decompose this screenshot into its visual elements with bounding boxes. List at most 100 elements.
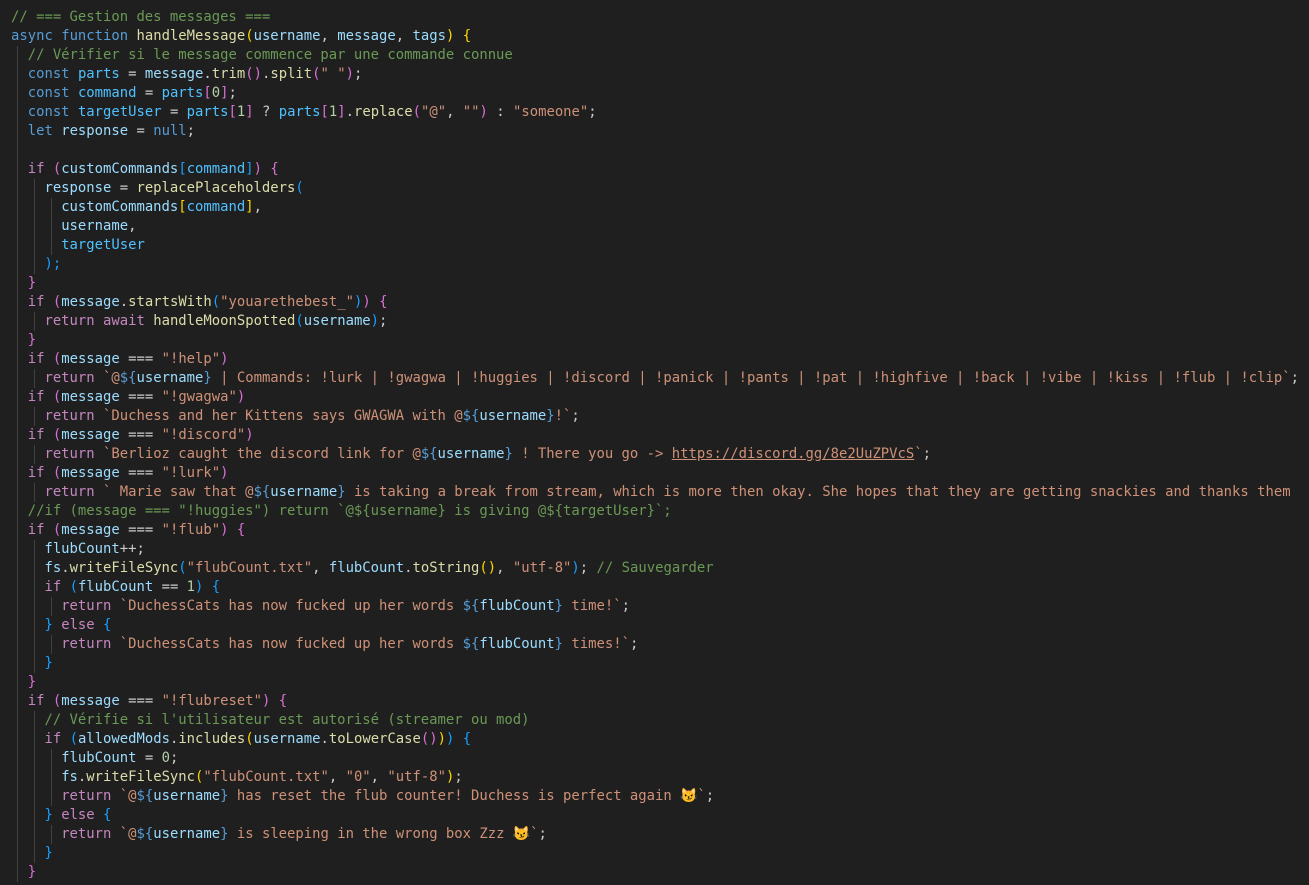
token-plain: ; [538, 826, 547, 842]
indent-guide [17, 255, 18, 274]
code-line[interactable]: if (message === "!lurk") [11, 464, 1309, 483]
indent-guide [50, 768, 52, 787]
code-line[interactable]: if (message === "!gwagwa") [11, 388, 1309, 407]
indent-guide [17, 673, 18, 692]
code-line[interactable]: if (message === "!discord") [11, 426, 1309, 445]
code-line[interactable]: //if (message === "!huggies") return `@$… [11, 502, 1309, 521]
indent-guide [17, 616, 18, 635]
code-line[interactable]: const targetUser = parts[1] ? parts[1].r… [11, 103, 1309, 122]
code-line[interactable]: customCommands[command], [11, 198, 1309, 217]
indent-guide [17, 692, 18, 711]
token-variable: tags [412, 28, 446, 44]
code-line[interactable]: if (message === "!flubreset") { [11, 692, 1309, 711]
token-control: return [44, 370, 95, 386]
token-bracket2: ) [253, 161, 262, 177]
token-link[interactable]: https://discord.gg/8e2UuZPVcS [672, 446, 915, 462]
code-line[interactable]: const parts = message.trim().split(" "); [11, 65, 1309, 84]
token-bracket2: ( [412, 104, 421, 120]
code-line[interactable]: // Vérifie si l'utilisateur est autorisé… [11, 711, 1309, 730]
token-plain: ; [1290, 370, 1299, 386]
token-template: } [220, 826, 229, 842]
token-bracket3: ) [571, 560, 580, 576]
code-line[interactable] [11, 141, 1309, 160]
token-template: } [546, 408, 555, 424]
indent-guide [33, 806, 35, 825]
token-string: has reset the flub counter! Duchess is p… [228, 788, 681, 804]
code-line[interactable]: flubCount = 0; [11, 749, 1309, 768]
token-control: if [44, 579, 62, 595]
indent-guide [33, 578, 35, 597]
token-plain: , [496, 560, 513, 576]
code-line[interactable]: return `Berlioz caught the discord link … [11, 445, 1309, 464]
indent-guide [17, 445, 18, 464]
code-line[interactable]: } [11, 331, 1309, 350]
indent-guide [17, 179, 18, 198]
indent-guide [17, 787, 18, 806]
token-template: } [220, 788, 229, 804]
code-line[interactable]: if (message === "!help") [11, 350, 1309, 369]
code-line[interactable]: async function handleMessage(username, m… [11, 27, 1309, 46]
code-line[interactable]: return `DuchessCats has now fucked up he… [11, 597, 1309, 616]
code-line[interactable]: targetUser [11, 236, 1309, 255]
code-line[interactable]: } [11, 863, 1309, 882]
token-function: trim [211, 66, 246, 82]
code-line[interactable]: return `@${username} has reset the flub … [11, 787, 1309, 806]
indent-guide [33, 483, 35, 502]
code-line[interactable]: } [11, 274, 1309, 293]
token-control: if [27, 522, 45, 538]
code-line[interactable]: // Vérifier si le message commence par u… [11, 46, 1309, 65]
code-area[interactable]: // === Gestion des messages === async fun… [11, 8, 1309, 882]
token-keyword: let [27, 123, 53, 139]
token-constant: command [77, 85, 137, 101]
token-variable: message [61, 351, 120, 367]
code-line[interactable]: } else { [11, 806, 1309, 825]
code-line[interactable]: flubCount++; [11, 540, 1309, 559]
code-line[interactable]: fs.writeFileSync("flubCount.txt", flubCo… [11, 559, 1309, 578]
token-plain: . [61, 560, 70, 576]
code-line[interactable]: let response = null; [11, 122, 1309, 141]
code-line[interactable]: } else { [11, 616, 1309, 635]
token-plain: , [370, 769, 388, 785]
code-line[interactable]: ); [11, 255, 1309, 274]
token-plain: === [119, 693, 162, 709]
code-line[interactable]: return `Duchess and her Kittens says GWA… [11, 407, 1309, 426]
code-line[interactable]: const command = parts[0]; [11, 84, 1309, 103]
code-line[interactable]: return `@${username} is sleeping in the … [11, 825, 1309, 844]
code-line[interactable]: if (customCommands[command]) { [11, 160, 1309, 179]
code-line[interactable]: if (flubCount == 1) { [11, 578, 1309, 597]
token-bracket1: () [479, 560, 497, 576]
code-line[interactable]: username, [11, 217, 1309, 236]
token-variable: response [44, 180, 112, 196]
code-line[interactable]: } [11, 844, 1309, 863]
token-variable: message [144, 66, 204, 82]
token-bracket1: ] [245, 199, 254, 215]
code-line[interactable]: response = replacePlaceholders( [11, 179, 1309, 198]
token-variable: message [61, 294, 120, 310]
code-line[interactable]: if (allowedMods.includes(username.toLowe… [11, 730, 1309, 749]
code-line[interactable]: } [11, 673, 1309, 692]
code-editor[interactable]: // === Gestion des messages === async fun… [0, 0, 1309, 885]
token-string: `@ [119, 788, 137, 804]
code-line[interactable]: } [11, 654, 1309, 673]
token-string: `DuchessCats has now fucked up her words [119, 636, 463, 652]
code-line[interactable]: // === Gestion des messages === [11, 8, 1309, 27]
code-line[interactable]: return `@${username} | Commands: !lurk |… [11, 369, 1309, 388]
token-variable: flubCount [479, 636, 555, 652]
code-line[interactable]: if (message.startsWith("youarethebest_")… [11, 293, 1309, 312]
code-line[interactable]: return await handleMoonSpotted(username)… [11, 312, 1309, 331]
code-line[interactable]: return ` Marie saw that @${username} is … [11, 483, 1309, 502]
token-variable: username [153, 826, 221, 842]
code-line[interactable]: if (message === "!flub") { [11, 521, 1309, 540]
token-bracket3: ( [295, 180, 304, 196]
token-bracket2: [ [203, 85, 212, 101]
code-line[interactable]: fs.writeFileSync("flubCount.txt", "0", "… [11, 768, 1309, 787]
indent-guide [17, 730, 18, 749]
code-line[interactable]: return `DuchessCats has now fucked up he… [11, 635, 1309, 654]
indent-guide [33, 654, 35, 673]
